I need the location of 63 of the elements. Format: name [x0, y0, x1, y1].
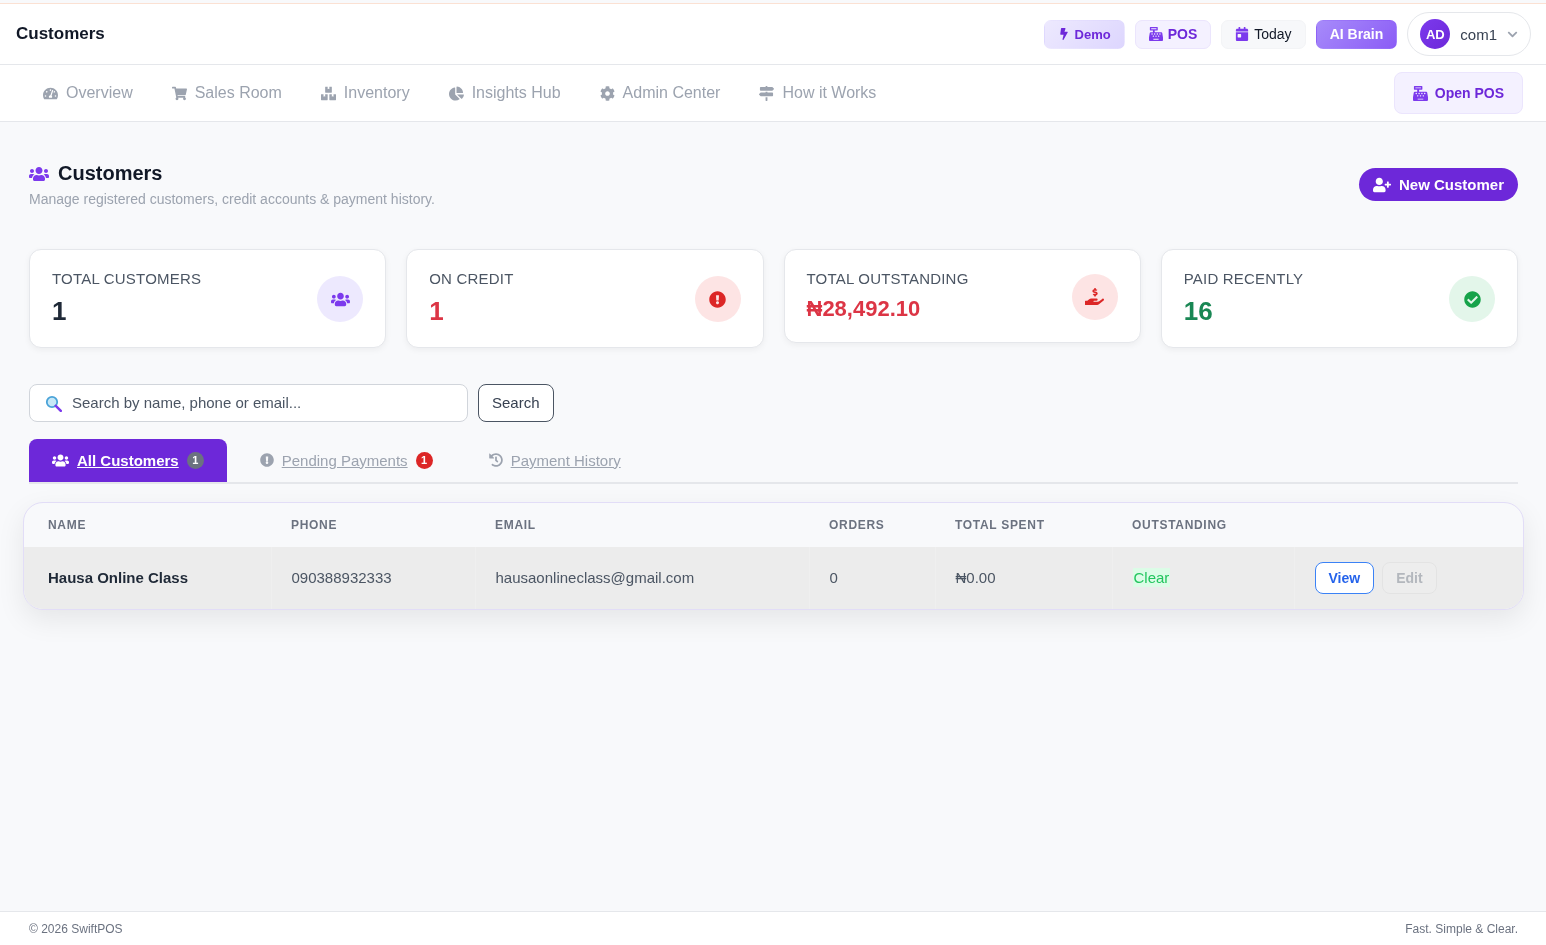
tagline-text: Fast. Simple & Clear.	[1405, 921, 1518, 936]
search-button[interactable]: Search	[478, 383, 554, 422]
tab[interactable]: Payment History	[465, 438, 644, 482]
user-menu-button[interactable]: AD com1	[1407, 12, 1531, 56]
header-button[interactable]: Demo	[1043, 19, 1125, 49]
search-icon	[45, 394, 62, 412]
tab[interactable]: All Customers 1	[29, 438, 227, 482]
column-header: ORDERS	[809, 502, 935, 547]
stat-value: 16	[1183, 295, 1214, 328]
table-cell: Hausa Online Class	[24, 546, 271, 609]
header-button[interactable]: AI Brain	[1315, 19, 1398, 49]
header-button[interactable]: POS	[1134, 19, 1212, 49]
cash-register-icon	[1148, 27, 1163, 41]
calendar-icon	[1235, 27, 1250, 41]
stat-label: PAID RECENTLY	[1183, 270, 1304, 287]
page-title: Customers	[58, 162, 163, 185]
nav-link[interactable]: Inventory	[320, 84, 410, 102]
history-icon	[488, 453, 503, 468]
check-circle-icon	[1449, 276, 1495, 323]
cart-icon	[171, 85, 187, 101]
boxes-icon	[320, 85, 336, 101]
stat-value: 1	[429, 295, 445, 328]
search-field[interactable]: Search by name, phone or email...	[29, 383, 468, 422]
header-button[interactable]: Today	[1221, 19, 1306, 49]
nav-link[interactable]: How it Works	[759, 84, 877, 102]
bolt-icon	[1057, 28, 1070, 40]
exclamation-icon	[259, 453, 274, 468]
column-header: TOTAL SPENT	[935, 502, 1112, 547]
app-title: Customers	[16, 24, 105, 44]
stat-label: TOTAL CUSTOMERS	[52, 270, 202, 287]
column-header: PHONE	[271, 502, 475, 547]
table-cell: 0	[809, 546, 935, 609]
table-cell: 090388932333	[271, 546, 475, 609]
settings-icon	[599, 85, 615, 101]
stat-label: TOTAL OUTSTANDING	[806, 270, 969, 287]
stat-label: ON CREDIT	[429, 270, 514, 287]
user-name: com1	[1460, 25, 1497, 43]
tab[interactable]: Pending Payments 1	[236, 438, 456, 482]
signpost-icon	[759, 85, 775, 101]
copyright-text: © 2026 SwiftPOS	[29, 921, 123, 936]
pie-chart-icon	[448, 85, 464, 101]
column-header: EMAIL	[475, 502, 809, 547]
table-cell: hausaonlineclass@gmail.com	[475, 546, 809, 609]
count-badge: 1	[186, 451, 204, 469]
cash-register-icon	[1412, 85, 1428, 101]
column-header: NAME	[24, 502, 271, 547]
count-badge: 1	[415, 451, 433, 469]
outstanding-status: Clear	[1132, 568, 1171, 588]
open-pos-button[interactable]: Open POS	[1393, 72, 1523, 114]
gauge-icon	[43, 85, 58, 101]
nav-link[interactable]: Overview	[43, 84, 133, 102]
page-subtitle: Manage registered customers, credit accounts & payment history.	[29, 191, 435, 207]
new-customer-button[interactable]: New Customer	[1358, 168, 1518, 201]
column-header: OUTSTANDING	[1112, 502, 1294, 547]
nav-link[interactable]: Admin Center	[599, 84, 721, 102]
stat-value: ₦28,492.10	[806, 295, 922, 323]
nav-link[interactable]: Insights Hub	[448, 84, 561, 102]
user-plus-icon	[1372, 175, 1391, 194]
nav-link[interactable]: Sales Room	[171, 84, 282, 102]
user-avatar: AD	[1420, 19, 1451, 49]
row-action-button[interactable]: View	[1314, 561, 1375, 594]
table-cell: ₦0.00	[935, 546, 1112, 609]
stat-value: 1	[52, 295, 68, 328]
